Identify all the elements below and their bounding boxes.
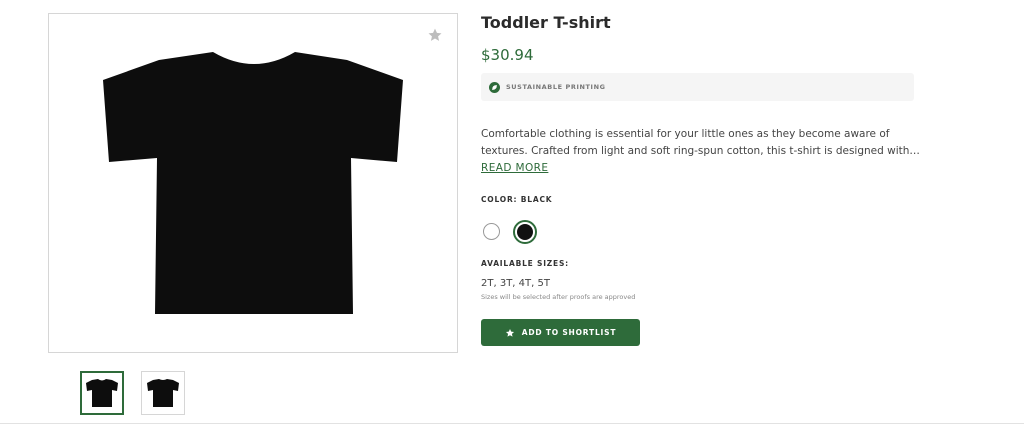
shortlist-button-label: ADD TO SHORTLIST [521,328,617,337]
sustainable-badge: SUSTAINABLE PRINTING [481,73,914,101]
tshirt-thumbnail-icon [147,379,179,407]
product-image-tshirt [103,52,403,314]
divider [0,423,1024,424]
description-line: Comfortable clothing is essential for yo… [481,128,890,140]
product-image-frame [48,13,458,353]
product-description: Comfortable clothing is essential for yo… [481,126,921,177]
product-title: Toddler T-shirt [481,13,611,32]
color-swatch-white[interactable] [483,223,500,240]
leaf-icon [489,81,500,93]
sizes-label: AVAILABLE SIZES: [481,259,569,268]
product-details: Toddler T-shirt $30.94 SUSTAINABLE PRINT… [481,12,921,346]
thumbnail-front[interactable] [80,371,124,415]
sizes-list: 2T, 3T, 4T, 5T [481,278,550,289]
tshirt-thumbnail-icon [86,379,118,407]
add-to-shortlist-button[interactable]: ADD TO SHORTLIST [481,319,640,346]
read-more-link[interactable]: READ MORE [481,160,548,176]
star-icon [505,328,514,337]
color-swatches [481,220,921,246]
badge-label: SUSTAINABLE PRINTING [506,83,606,91]
color-swatch-black[interactable] [513,220,537,244]
thumbnail-back[interactable] [141,371,185,415]
sizes-note: Sizes will be selected after proofs are … [481,293,636,301]
product-price: $30.94 [481,46,534,64]
color-label: COLOR: BLACK [481,195,553,204]
favorite-star-icon[interactable] [427,27,443,43]
description-line: textures. Crafted from light and soft ri… [481,145,921,157]
